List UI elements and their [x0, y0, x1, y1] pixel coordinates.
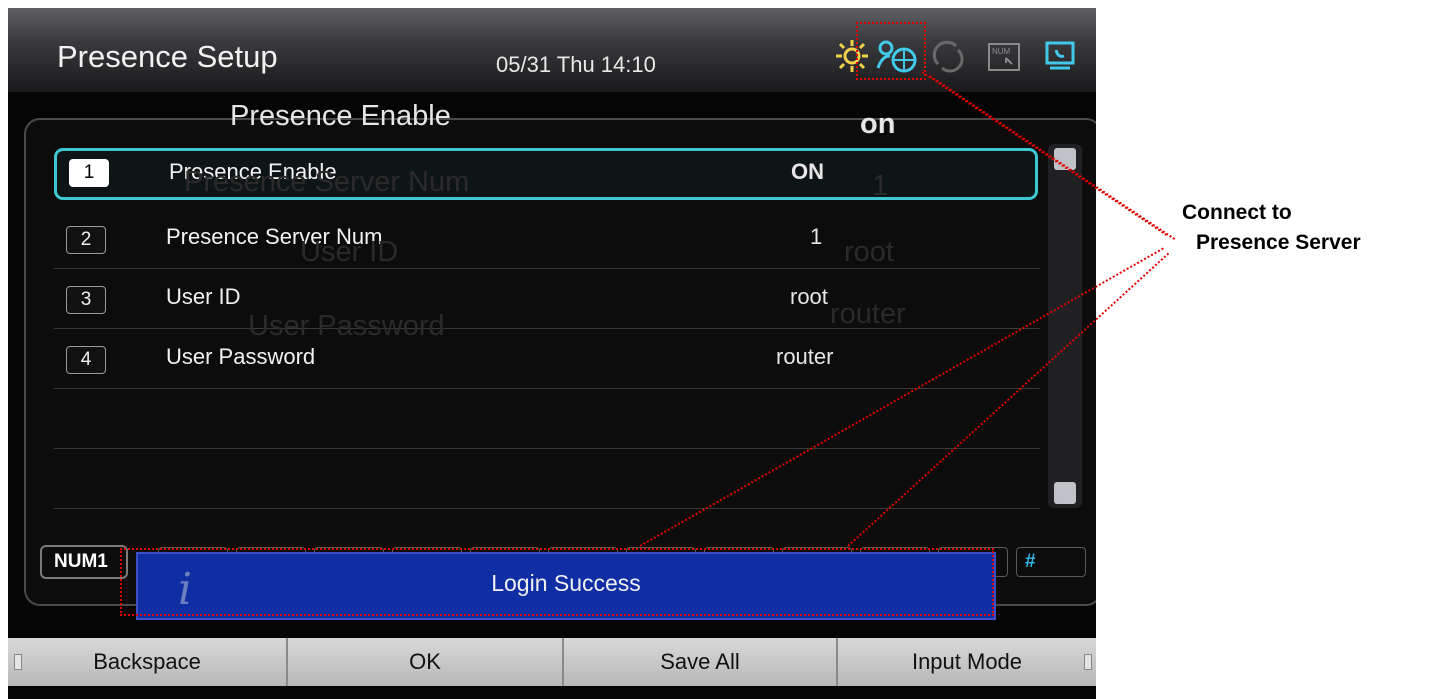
- highlight-login-popup: [120, 548, 994, 616]
- list-item-server-num[interactable]: 2 Presence Server Num 1: [54, 208, 1040, 269]
- item-value: 1: [810, 224, 823, 249]
- callout-line2: Presence Server: [1196, 231, 1361, 254]
- item-number: 3: [66, 286, 106, 314]
- key-hash[interactable]: #: [1016, 547, 1086, 577]
- scroll-up-icon[interactable]: [1054, 148, 1076, 170]
- callout-line1: Connect to: [1182, 201, 1292, 224]
- scrollbar[interactable]: [1048, 144, 1082, 508]
- list-item-presence-enable[interactable]: 1 Presence Enable ON: [54, 148, 1038, 200]
- item-label: Presence Server Num: [166, 224, 383, 249]
- item-value: ON: [791, 159, 824, 184]
- item-number: 1: [69, 159, 109, 187]
- item-label: Presence Enable: [169, 159, 337, 184]
- num-keyboard-icon[interactable]: NUM: [986, 38, 1022, 74]
- page-title: Presence Setup: [57, 39, 278, 74]
- item-number: 4: [66, 346, 106, 374]
- scroll-down-icon[interactable]: [1054, 482, 1076, 504]
- item-number: 2: [66, 226, 106, 254]
- item-label: User Password: [166, 344, 316, 369]
- datetime-display: 05/31 Thu 14:10: [496, 52, 656, 77]
- svg-text:NUM: NUM: [992, 47, 1011, 56]
- list-item-empty: [54, 388, 1040, 449]
- sync-icon[interactable]: [930, 38, 966, 74]
- highlight-presence-icon: [856, 22, 926, 80]
- annotation-callout: Connect to Presence Server: [1182, 198, 1361, 258]
- list-item-user-password[interactable]: 4 User Password router: [54, 328, 1040, 389]
- title-bar: Presence Setup 05/31 Thu 14:10 NUM: [8, 8, 1096, 92]
- backspace-button[interactable]: Backspace: [8, 638, 288, 686]
- save-all-button[interactable]: Save All: [564, 638, 838, 686]
- softkey-marker-icon: [1084, 654, 1092, 670]
- item-label: User ID: [166, 284, 241, 309]
- softkey-bar: Backspace OK Save All Input Mode: [8, 638, 1096, 686]
- item-value: root: [790, 284, 828, 309]
- input-mode-button[interactable]: Input Mode: [838, 638, 1096, 686]
- ok-button[interactable]: OK: [288, 638, 564, 686]
- list-item-user-id[interactable]: 3 User ID root: [54, 268, 1040, 329]
- list-item-empty: [54, 448, 1040, 509]
- input-mode-indicator: NUM1: [40, 545, 128, 579]
- item-value: router: [776, 344, 834, 369]
- monitor-icon[interactable]: [1042, 38, 1078, 74]
